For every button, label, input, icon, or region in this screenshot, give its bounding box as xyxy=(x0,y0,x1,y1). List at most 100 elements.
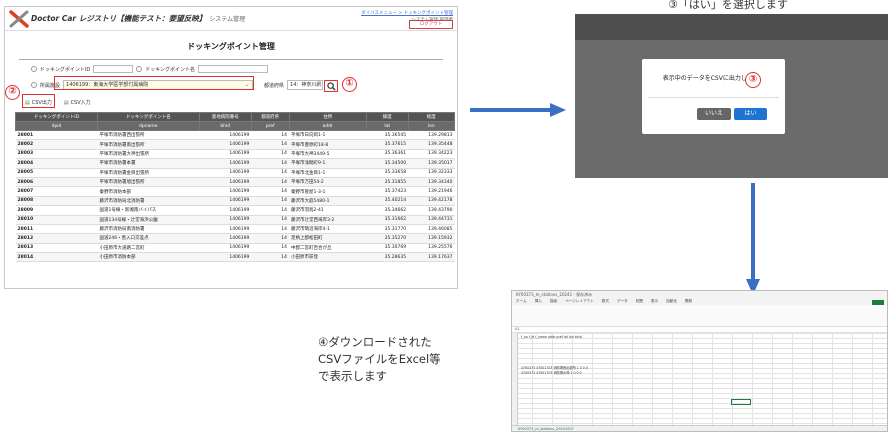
table-row[interactable]: 28004 平塚市消防署本署 1406199 14 平塚市浅間町9-1 35.34500 1… xyxy=(15,158,455,169)
table-row[interactable]: 28010 国道134号線・辻堂海浜公園 1406199 14 藤沢市辻堂西海岸3-2 3… xyxy=(15,215,455,225)
pref-label: 都道府県 xyxy=(264,82,285,89)
column-header[interactable]: 緯度 xyxy=(365,112,409,122)
excel-data-row-2: 4700373 47001703 消防署大神 1 0 0 0 xyxy=(521,371,582,375)
callout-3: ③ xyxy=(745,72,761,88)
csv-input-button[interactable]: ▤ CSV入力 xyxy=(63,99,91,107)
table-cell: 1406199 xyxy=(199,177,252,188)
step4-caption-line-3: で表示します xyxy=(318,369,387,383)
column-subheader: bhid xyxy=(198,121,252,131)
table-row[interactable]: 28011 藤沢市消防局南消防署 1406199 14 藤沢市鵠沼海岸4-1 35.317… xyxy=(15,224,455,235)
column-header[interactable]: 都道府県 xyxy=(250,112,290,122)
search-row-1: ドッキングポイントID ドッキングポイント名 xyxy=(31,65,269,73)
table-row[interactable]: 28014 小田原市消防本部 1406199 14 小田原市荻窪 35.28635 139.… xyxy=(15,252,455,263)
arrow-right-icon xyxy=(470,103,566,117)
table-cell: 35.34662 xyxy=(366,205,409,216)
table-cell: 139.43790 xyxy=(408,205,455,216)
radio-dpname-label: ドッキングポイント名 xyxy=(145,66,196,73)
table-cell: 小田原市荻窪 xyxy=(289,252,367,263)
column-header[interactable]: ドッキングポイント名 xyxy=(97,112,200,122)
dialog-screenshot: 表示中のデータをCSVに出力します。 いいえ はい xyxy=(575,14,888,178)
table-row[interactable]: 28002 平塚市消防署南出張所 1406199 14 平塚市豊原町18-8 35.376… xyxy=(15,139,455,150)
table-cell: 35.37615 xyxy=(366,139,409,150)
table-cell: 平塚市消防署本署 xyxy=(97,158,200,169)
radio-dpid-label: ドッキングポイントID xyxy=(40,66,91,73)
table-cell: 139.44731 xyxy=(408,215,455,225)
breadcrumb[interactable]: ダイバスメニュー > ドッキングポイント管理 xyxy=(361,10,453,17)
table-cell: 28009 xyxy=(15,205,98,216)
table-cell: 28006 xyxy=(15,177,98,188)
table-cell: 35.28635 xyxy=(366,252,409,263)
table-cell: 1406199 xyxy=(199,130,252,141)
column-subheader: pref xyxy=(250,121,290,131)
table-body: 28001 平塚市消防署西出張所 1406199 14 平塚市日向岡1-1 35.3654… xyxy=(15,130,455,263)
column-header[interactable]: 基地病院番号 xyxy=(198,112,252,122)
table-row[interactable]: 28001 平塚市消防署西出張所 1406199 14 平塚市日向岡1-1 35.3654… xyxy=(15,130,455,141)
table-cell: 藤沢市辻堂西海岸3-2 xyxy=(289,215,367,225)
table-cell: 14 xyxy=(251,158,289,169)
table-cell: 28004 xyxy=(15,158,98,169)
table-cell: 28003 xyxy=(15,149,98,160)
radio-dpname[interactable] xyxy=(136,66,143,72)
table-cell: 秦野市曽屋1-3-1 xyxy=(289,186,367,197)
app-screenshot: Doctor Car レジストリ【機能テスト：要望反映】 システム管理 ダイバスメ… xyxy=(4,6,458,289)
column-subheader: lat xyxy=(365,121,409,131)
table-cell: 28002 xyxy=(15,139,98,150)
table-cell: 1406199 xyxy=(199,168,252,178)
step3-caption: ③「はい」を選択します xyxy=(668,0,788,11)
no-button[interactable]: いいえ xyxy=(697,108,731,120)
table-row[interactable]: 28009 国道1号線・新湘南バイパス 1406199 14 藤沢市羽鳥2-41 35.3… xyxy=(15,205,455,216)
table-cell: 35.35270 xyxy=(366,233,409,244)
table-cell: 藤沢市消防局北消防署 xyxy=(97,196,200,207)
table-cell: 1406199 xyxy=(199,186,252,197)
step4-caption-line-1: ④ダウンロードされた xyxy=(318,335,432,349)
table-cell: 139.17637 xyxy=(408,252,455,263)
table-cell: 28011 xyxy=(15,224,98,235)
table-cell: 14 xyxy=(251,130,289,141)
dialog-divider xyxy=(648,97,779,98)
sheet-tab[interactable]: KY00373_m_stations_20241007 xyxy=(512,425,887,431)
table-row[interactable]: 28012 国道246・善入口交差点 1406199 14 足柄上郡松田町 35.3527… xyxy=(15,233,455,244)
table-cell: 1406199 xyxy=(199,215,252,225)
dpname-input[interactable] xyxy=(198,65,269,73)
table-cell: 139.34223 xyxy=(408,149,455,160)
table-row[interactable]: 28006 平塚市消防署旭出張所 1406199 14 平塚市万田54-2 35.3185… xyxy=(15,177,455,188)
csv-output-button[interactable]: ▤ CSV出力 xyxy=(25,99,52,107)
excel-title-bar: KY00373_m_stations_20241 - 保存済み xyxy=(512,291,887,299)
column-subheader: dpid xyxy=(14,121,99,131)
table-cell: 秦野市消防本部 xyxy=(97,186,200,197)
search-button[interactable] xyxy=(324,80,338,92)
csv-import-icon: ▤ xyxy=(63,99,69,106)
callout-2: ② xyxy=(5,85,20,100)
app-title: Doctor Car レジストリ【機能テスト：要望反映】 システム管理 xyxy=(31,13,245,24)
radio-dpid[interactable] xyxy=(31,66,37,72)
table-cell: 1406199 xyxy=(199,252,252,263)
table-row[interactable]: 28013 小田原市大道路二宮町 1406199 14 中郡二宮町百合が丘 35.3076… xyxy=(15,243,455,254)
table-cell: 139.32333 xyxy=(408,168,455,178)
table-cell: 平塚市消防署金目出張所 xyxy=(97,168,200,178)
dpid-input[interactable] xyxy=(93,65,134,73)
selected-cell[interactable] xyxy=(731,399,751,405)
table-cell: 139.34340 xyxy=(408,177,455,188)
excel-screenshot: KY00373_m_stations_20241 - 保存済み ホーム 挿入 描画ペ… xyxy=(511,290,888,432)
table-cell: 平塚市消防署南出張所 xyxy=(97,139,200,150)
column-header[interactable]: 経度 xyxy=(407,112,456,122)
csv-bar: ▤ CSV出力 ▤ CSV入力 xyxy=(15,99,91,107)
arrow-down-icon xyxy=(746,183,760,295)
table-cell: 139.46085 xyxy=(408,224,455,235)
table-row[interactable]: 28005 平塚市消防署金目出張所 1406199 14 平塚市北金目1-1 35.336… xyxy=(15,168,455,178)
table-cell: 藤沢市鵠沼海岸4-1 xyxy=(289,224,367,235)
column-header[interactable]: 住所 xyxy=(288,112,367,122)
pref-select[interactable]: 14：神奈川県 ⌄ xyxy=(287,80,324,90)
table-header-row: ドッキングポイントID ドッキングポイント名 基地病院番号 都道府県 住所 緯度 経度 xyxy=(14,112,456,122)
table-row[interactable]: 28003 平塚市消防署大神出張所 1406199 14 平塚市大神3449-5 35.3… xyxy=(15,149,455,160)
table-row[interactable]: 28007 秦野市消防本部 1406199 14 秦野市曽屋1-3-1 35.37423 1… xyxy=(15,186,455,197)
radio-facility[interactable] xyxy=(31,82,37,88)
yes-button[interactable]: はい xyxy=(734,108,767,120)
column-header[interactable]: ドッキングポイントID xyxy=(14,112,99,122)
table-cell: 平塚市浅間町9-1 xyxy=(289,158,367,169)
csv-export-icon: ▤ xyxy=(25,99,30,106)
table-row[interactable]: 28008 藤沢市消防局北消防署 1406199 14 藤沢市大庭5480-1 35.40… xyxy=(15,196,455,207)
table-cell: 小田原市消防本部 xyxy=(97,252,200,263)
table-cell: 14 xyxy=(251,168,289,178)
logout-button[interactable]: ログアウト xyxy=(409,20,453,29)
